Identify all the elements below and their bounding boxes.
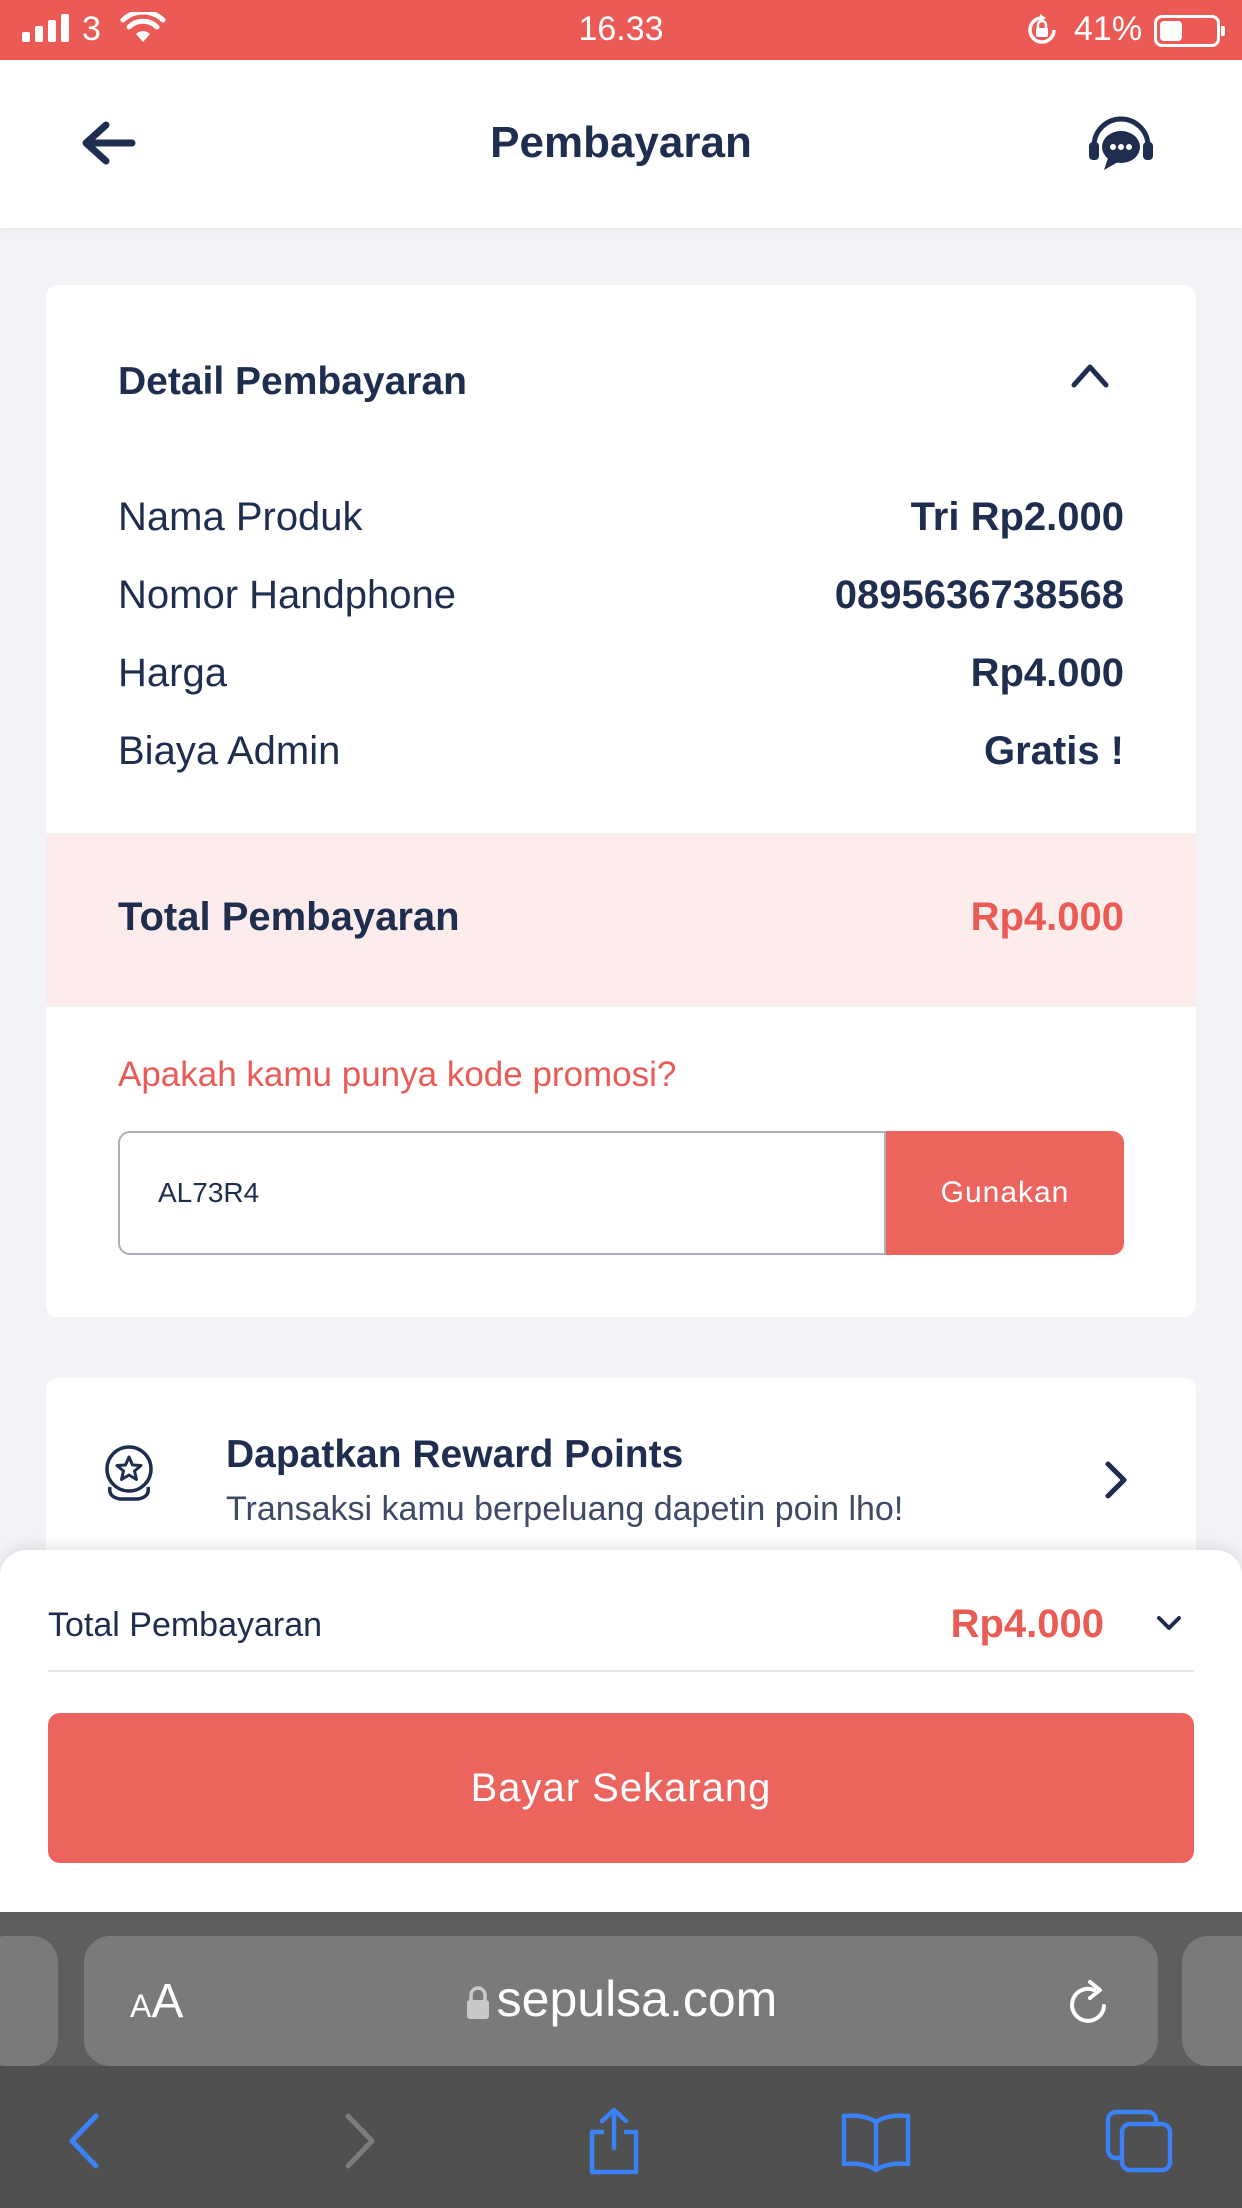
reward-points-card[interactable]: Dapatkan Reward Points Transaksi kamu be…: [46, 1378, 1196, 1578]
status-bar: 3 16.33 41%: [0, 0, 1242, 60]
chevron-up-icon[interactable]: [1068, 357, 1112, 393]
pay-now-button[interactable]: Bayar Sekarang: [48, 1713, 1194, 1863]
tabs-icon[interactable]: [1102, 2106, 1178, 2176]
battery-percent: 41%: [1074, 10, 1143, 48]
detail-row-admin-fee: Biaya Admin Gratis !: [118, 721, 1124, 781]
battery-icon: [1154, 15, 1225, 47]
chevron-right-icon: [1105, 1461, 1127, 1499]
detail-label: Nama Produk: [118, 494, 363, 539]
chevron-down-icon[interactable]: [1156, 1614, 1182, 1632]
browser-chrome: AA sepulsa.com: [0, 1912, 1242, 2208]
page-title: Pembayaran: [490, 118, 752, 167]
chat-support-icon[interactable]: [1086, 112, 1156, 178]
detail-value: 0895636738568: [834, 572, 1124, 617]
reward-subtitle: Transaksi kamu berpeluang dapetin poin l…: [226, 1490, 904, 1528]
previous-tab-peek[interactable]: [0, 1936, 58, 2066]
detail-value: Tri Rp2.000: [910, 494, 1124, 539]
reload-icon[interactable]: [1064, 1976, 1114, 2030]
detail-value: Rp4.000: [970, 650, 1124, 695]
next-tab-peek[interactable]: [1182, 1936, 1242, 2066]
detail-label: Harga: [118, 650, 227, 695]
reward-title: Dapatkan Reward Points: [226, 1433, 684, 1476]
url-display[interactable]: sepulsa.com: [84, 1970, 1158, 2028]
browser-toolbar: [0, 2066, 1242, 2208]
lock-icon: [466, 1986, 489, 2019]
address-bar-area: AA sepulsa.com: [0, 1912, 1242, 2066]
back-icon[interactable]: [50, 2106, 126, 2176]
total-payment-band: Total Pembayaran Rp4.000: [46, 833, 1196, 1007]
sheet-total-value: Rp4.000: [950, 1602, 1104, 1646]
app-header: Pembayaran: [0, 60, 1242, 228]
detail-label: Biaya Admin: [118, 728, 341, 773]
share-icon[interactable]: [576, 2106, 652, 2176]
sheet-total-label: Total Pembayaran: [48, 1606, 323, 1644]
sheet-divider: [48, 1670, 1194, 1672]
forward-icon[interactable]: [318, 2106, 394, 2176]
promo-question: Apakah kamu punya kode promosi?: [118, 1055, 677, 1094]
detail-row-phone: Nomor Handphone 0895636738568: [118, 565, 1124, 625]
detail-row-price: Harga Rp4.000: [118, 643, 1124, 703]
detail-value: Gratis !: [983, 728, 1124, 773]
checkout-bottom-sheet: Total Pembayaran Rp4.000 Bayar Sekarang: [0, 1550, 1242, 1914]
rotation-lock-icon: [1028, 14, 1056, 44]
promo-code-input[interactable]: [118, 1131, 886, 1255]
detail-row-product: Nama Produk Tri Rp2.000: [118, 487, 1124, 547]
detail-label: Nomor Handphone: [118, 572, 456, 617]
reward-medal-icon: [105, 1445, 153, 1501]
total-payment-label: Total Pembayaran: [118, 895, 460, 939]
address-bar[interactable]: AA sepulsa.com: [84, 1936, 1158, 2066]
url-text: sepulsa.com: [496, 1971, 778, 2027]
apply-promo-button[interactable]: Gunakan: [886, 1131, 1124, 1255]
total-payment-value: Rp4.000: [970, 895, 1124, 939]
payment-detail-card: Detail Pembayaran Nama Produk Tri Rp2.00…: [46, 285, 1196, 1317]
payment-detail-heading: Detail Pembayaran: [118, 360, 468, 403]
bookmarks-icon[interactable]: [838, 2106, 914, 2176]
